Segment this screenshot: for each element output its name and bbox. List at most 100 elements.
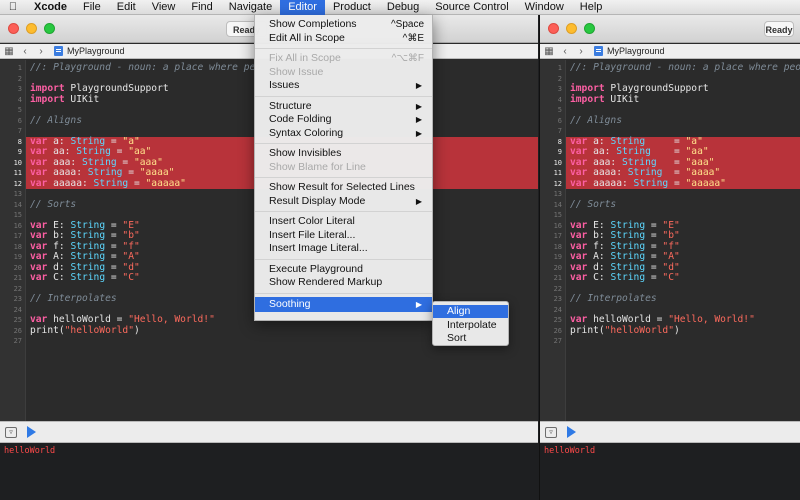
close-window-button[interactable] (8, 23, 19, 34)
code-line[interactable] (570, 336, 800, 347)
code-token: ) (133, 324, 140, 336)
code-token: "A" (662, 251, 680, 262)
menu-item-show-result-for-selected-lines[interactable]: Show Result for Selected Lines (255, 181, 432, 194)
code-token: aa: (47, 146, 77, 157)
file-breadcrumb[interactable]: MyPlayground (67, 46, 125, 56)
xcode-window-right: Ready ▦ ‹ › MyPlayground 1 2 3 4 5 6 7 8 9 10 11 12… (539, 15, 800, 500)
minimize-window-button[interactable] (566, 23, 577, 34)
source-editor[interactable]: 1 2 3 4 5 6 7 8 9 10 11 12 13 14 15 16 17 18 19 20 21 22 23 24 2… (540, 60, 800, 421)
menu-help[interactable]: Help (572, 0, 611, 15)
line-number: 23 (13, 295, 22, 303)
code-token: var (30, 261, 48, 273)
line-number: 8 (557, 137, 562, 146)
hide-debug-area-icon[interactable]: ▿ (545, 427, 557, 438)
run-playground-icon[interactable] (567, 426, 576, 438)
zoom-window-button[interactable] (44, 23, 55, 34)
code-line[interactable]: var C: String = "C" (570, 272, 800, 284)
menu-item-insert-file-literal[interactable]: Insert File Literal... (255, 229, 432, 242)
code-line[interactable]: //: Playground - noun: a place where peo (570, 62, 800, 74)
code-token: var (570, 167, 588, 178)
line-number: 14 (13, 200, 22, 209)
code-token: var (30, 146, 48, 157)
code-token: aaaaa: (587, 177, 634, 189)
menu-file[interactable]: File (75, 0, 109, 15)
line-number: 10 (13, 158, 22, 167)
menu-item-code-folding[interactable]: Code Folding ▶ (255, 113, 432, 126)
run-playground-icon[interactable] (27, 426, 36, 438)
menu-window[interactable]: Window (517, 0, 572, 15)
menu-separator (255, 143, 432, 144)
code-token: "E" (662, 219, 680, 231)
close-window-button[interactable] (548, 23, 559, 34)
code-token: = (122, 167, 140, 178)
menu-item-show-rendered-markup[interactable]: Show Rendered Markup (255, 276, 432, 289)
menu-view[interactable]: View (144, 0, 184, 15)
related-items-grid-icon[interactable]: ▦ (2, 46, 16, 57)
menu-separator (255, 292, 432, 294)
code-token: UIKit (604, 93, 640, 105)
menu-source-control[interactable]: Source Control (427, 0, 516, 15)
menu-editor[interactable]: Editor (280, 0, 325, 15)
code-area[interactable]: //: Playground - noun: a place where peo… (566, 60, 800, 421)
menu-xcode[interactable]: Xcode (26, 0, 75, 15)
menu-item-result-display-mode[interactable]: Result Display Mode ▶ (255, 195, 432, 208)
line-number: 12 (553, 179, 562, 188)
code-line[interactable]: var aaaaa: String = "aaaaa" (570, 177, 800, 190)
menu-item-show-issue: Show Issue (255, 66, 432, 79)
playground-file-icon (54, 46, 63, 56)
menu-item-soothing[interactable]: Soothing ▶ (255, 296, 432, 312)
menu-item-label: Issues (269, 79, 300, 91)
code-token: String (70, 219, 106, 231)
submenu-item-align[interactable]: Align (433, 305, 508, 318)
menu-separator (255, 48, 432, 49)
line-number: 7 (17, 127, 22, 135)
editor-dropdown-menu: Show Completions ^Space Edit All in Scope ^… (254, 15, 433, 321)
code-line[interactable]: // Aligns (570, 115, 800, 127)
line-number: 3 (557, 85, 562, 93)
menu-item-execute-playground[interactable]: Execute Playground (255, 263, 432, 276)
menu-navigate[interactable]: Navigate (221, 0, 280, 15)
menu-item-structure[interactable]: Structure ▶ (255, 100, 432, 113)
code-token: // Interpolates (570, 293, 657, 304)
menu-item-insert-image-literal[interactable]: Insert Image Literal... (255, 242, 432, 255)
menu-item-issues[interactable]: Issues ▶ (255, 79, 432, 92)
zoom-window-button[interactable] (584, 23, 595, 34)
menu-find[interactable]: Find (183, 0, 220, 15)
menu-item-show-invisibles[interactable]: Show Invisibles (255, 147, 432, 160)
minimize-window-button[interactable] (26, 23, 37, 34)
back-chevron-icon[interactable]: ‹ (18, 46, 32, 57)
code-token: // Sorts (30, 198, 77, 210)
code-line[interactable]: // Interpolates (570, 293, 800, 305)
menu-item-show-completions[interactable]: Show Completions ^Space (255, 18, 432, 31)
file-breadcrumb[interactable]: MyPlayground (607, 46, 665, 56)
menu-edit[interactable]: Edit (109, 0, 144, 15)
line-number: 21 (13, 274, 22, 282)
menu-item-label: Show Blame for Line (269, 160, 366, 173)
code-token: var (30, 156, 48, 168)
menu-product[interactable]: Product (325, 0, 379, 15)
code-token: var (30, 177, 48, 189)
forward-chevron-icon[interactable]: › (34, 46, 48, 57)
line-number: 27 (13, 337, 22, 345)
submenu-item-sort[interactable]: Sort (433, 332, 508, 345)
code-line[interactable]: import UIKit (570, 93, 800, 106)
hide-debug-area-icon[interactable]: ▿ (5, 427, 17, 438)
code-line[interactable]: print("helloWorld") (570, 325, 800, 337)
code-token: String (616, 146, 651, 157)
back-chevron-icon[interactable]: ‹ (558, 46, 572, 57)
line-number: 24 (13, 305, 22, 314)
submenu-item-interpolate[interactable]: Interpolate (433, 319, 508, 332)
code-token: var (30, 272, 48, 283)
console-output: helloWorld (4, 446, 56, 456)
code-line[interactable]: // Sorts (570, 199, 800, 211)
related-items-grid-icon[interactable]: ▦ (542, 46, 556, 57)
menu-item-edit-all-in-scope[interactable]: Edit All in Scope ^⌘E (255, 32, 432, 45)
forward-chevron-icon[interactable]: › (574, 46, 588, 57)
menu-debug[interactable]: Debug (379, 0, 427, 15)
menu-item-insert-color-literal[interactable]: Insert Color Literal (255, 215, 432, 228)
menu-item-syntax-coloring[interactable]: Syntax Coloring ▶ (255, 127, 432, 140)
line-number: 20 (13, 263, 22, 272)
code-token: String (87, 167, 123, 178)
apple-icon[interactable]:  (0, 1, 26, 13)
debug-bar: ▿ (0, 421, 538, 443)
